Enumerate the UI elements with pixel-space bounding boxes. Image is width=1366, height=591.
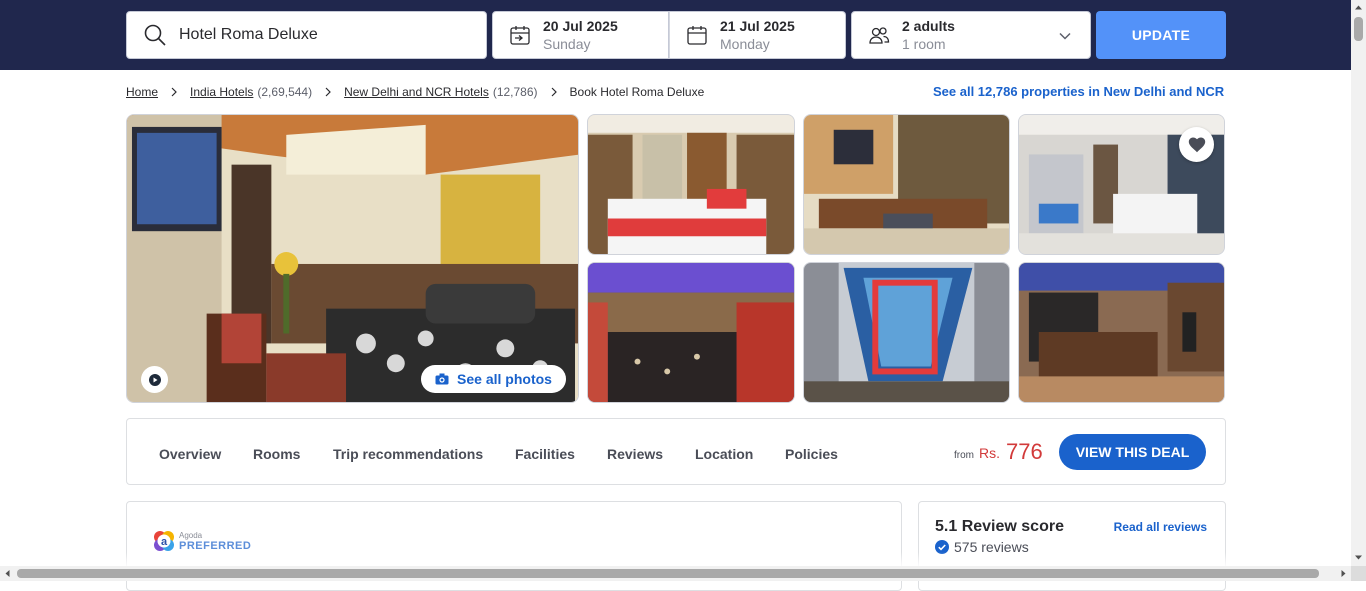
occupancy-selector[interactable]: 2 adults 1 room (851, 11, 1091, 59)
breadcrumb: Home India Hotels (2,69,544) New Delhi a… (126, 84, 704, 100)
play-video-button[interactable] (141, 366, 168, 393)
breadcrumb-country-count: (2,69,544) (257, 85, 313, 99)
chevron-right-icon (171, 87, 177, 97)
review-score-title: 5.1 Review score (935, 518, 1064, 535)
checkin-date-field[interactable]: 20 Jul 2025 Sunday (492, 11, 669, 59)
breadcrumb-city-count: (12,786) (492, 85, 538, 99)
camera-icon (435, 373, 449, 385)
save-to-favorites-button[interactable] (1179, 127, 1214, 162)
read-all-reviews-link[interactable]: Read all reviews (1114, 520, 1207, 534)
chevron-right-icon (325, 87, 331, 97)
scroll-right-icon[interactable] (1339, 569, 1348, 578)
horizontal-scrollbar[interactable] (0, 566, 1351, 581)
horizontal-scroll-thumb[interactable] (17, 569, 1319, 578)
tab-policies[interactable]: Policies (785, 446, 838, 462)
price-currency: Rs. (979, 445, 1000, 461)
checkin-calendar-icon (510, 26, 530, 45)
tab-facilities[interactable]: Facilities (515, 446, 575, 462)
scroll-down-icon[interactable] (1354, 553, 1363, 562)
tab-rooms[interactable]: Rooms (253, 446, 300, 462)
checkout-day: Monday (720, 35, 770, 52)
heart-icon (1188, 137, 1205, 152)
checkout-date: 21 Jul 2025 (720, 17, 795, 34)
gallery-photo-bedroom[interactable] (587, 114, 795, 255)
vertical-scroll-thumb[interactable] (1354, 17, 1363, 41)
checkin-date: 20 Jul 2025 (543, 17, 618, 34)
bar-photo (588, 263, 794, 402)
gallery-photo-sitting-room[interactable] (803, 114, 1010, 255)
scroll-up-icon[interactable] (1354, 3, 1363, 12)
sitting-room-photo (804, 115, 1009, 254)
tab-reviews[interactable]: Reviews (607, 446, 663, 462)
gallery-photo-bar[interactable] (587, 262, 795, 403)
search-icon (144, 24, 166, 46)
see-all-photos-label: See all photos (457, 371, 552, 387)
play-icon (148, 373, 161, 386)
vertical-scrollbar[interactable] (1351, 0, 1366, 566)
search-header: Hotel Roma Deluxe 20 Jul 2025 Sunday 21 … (0, 0, 1351, 70)
checkout-date-field[interactable]: 21 Jul 2025 Monday (669, 11, 846, 59)
chevron-down-icon (1059, 32, 1071, 40)
search-query[interactable]: Hotel Roma Deluxe (179, 26, 318, 44)
update-button[interactable]: UPDATE (1096, 11, 1226, 59)
checkin-day: Sunday (543, 35, 591, 52)
facade-photo (804, 263, 1009, 402)
section-nav: Overview Rooms Trip recommendations Faci… (126, 418, 1226, 485)
agoda-logo-icon: a (154, 531, 174, 551)
tab-trip-recommendations[interactable]: Trip recommendations (333, 446, 483, 462)
checkout-calendar-icon (687, 26, 707, 45)
guests-icon (869, 27, 890, 44)
search-input[interactable]: Hotel Roma Deluxe (126, 11, 487, 59)
page-fade (0, 552, 1351, 566)
tab-location[interactable]: Location (695, 446, 753, 462)
breadcrumb-current: Book Hotel Roma Deluxe (569, 85, 705, 99)
svg-text:a: a (161, 536, 168, 548)
gallery-photo-lounge[interactable] (1018, 262, 1225, 403)
price-value: 776 (1006, 439, 1043, 464)
see-all-properties-link[interactable]: See all 12,786 properties in New Delhi a… (933, 84, 1224, 99)
guests-count: 2 adults (902, 17, 955, 34)
lounge-photo (1019, 263, 1224, 402)
view-this-deal-button[interactable]: VIEW THIS DEAL (1059, 434, 1206, 470)
see-all-photos-button[interactable]: See all photos (421, 365, 566, 393)
main-photo[interactable] (126, 114, 579, 403)
badge-label: PREFERRED (179, 540, 252, 552)
chevron-right-icon (551, 87, 557, 97)
price-from-label: from (954, 450, 974, 461)
scrollbar-corner (1351, 566, 1366, 581)
breadcrumb-home[interactable]: Home (126, 85, 158, 99)
breadcrumb-city[interactable]: New Delhi and NCR Hotels (344, 85, 489, 99)
rooms-count: 1 room (902, 35, 946, 52)
gallery-photo-facade[interactable] (803, 262, 1010, 403)
scroll-left-icon[interactable] (3, 569, 12, 578)
breadcrumb-country[interactable]: India Hotels (190, 85, 253, 99)
hotel-room-photo (127, 115, 578, 402)
tab-overview[interactable]: Overview (159, 446, 221, 462)
agoda-preferred-badge: a Agoda PREFERRED (153, 530, 251, 552)
bedroom-photo (588, 115, 794, 254)
